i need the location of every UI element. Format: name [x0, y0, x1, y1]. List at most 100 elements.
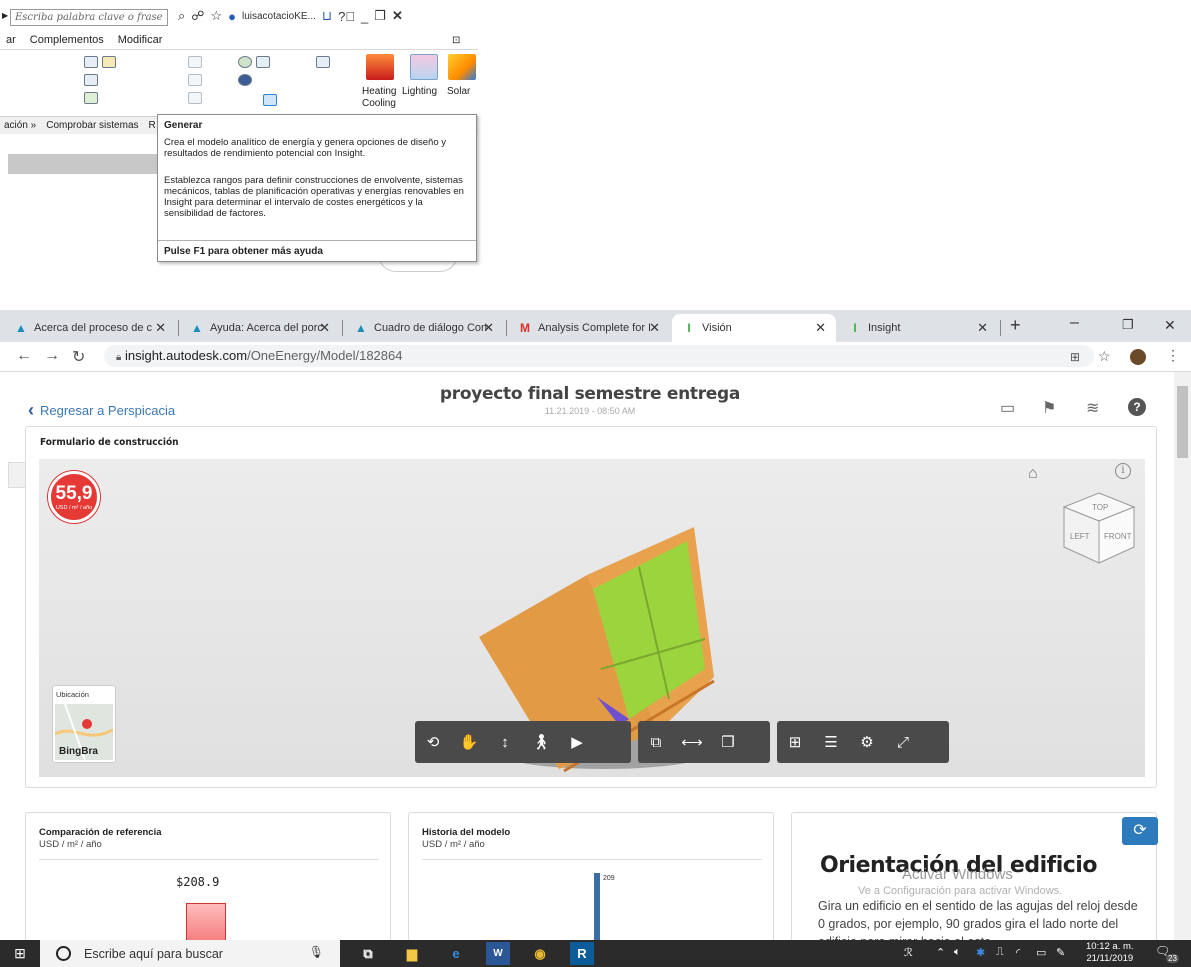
restore-icon[interactable]: ❐: [1122, 317, 1134, 333]
lighting-icon[interactable]: [410, 54, 438, 80]
explode-icon[interactable]: ❒: [710, 721, 746, 763]
user-name[interactable]: luisacotacioKE...: [242, 11, 316, 22]
tool-icon[interactable]: [316, 56, 330, 68]
solar-label[interactable]: Solar: [447, 86, 470, 97]
help-icon[interactable]: ?: [1128, 398, 1146, 416]
tab-cuadro-dialogo[interactable]: ▲ Cuadro de diálogo Con ✕: [344, 314, 504, 342]
measure-icon[interactable]: ⟷: [674, 721, 710, 763]
warning-icon[interactable]: [102, 56, 116, 68]
taskbar-search[interactable]: Escribe aquí para buscar 🎙︎: [40, 940, 340, 967]
sphere-icon[interactable]: [238, 74, 252, 86]
heating-cooling-icon[interactable]: [366, 54, 394, 80]
compare-icon[interactable]: ▭: [1000, 398, 1015, 418]
chrome-icon[interactable]: ◉: [528, 942, 552, 965]
zoom-icon[interactable]: ↕: [487, 721, 523, 763]
tool-icon[interactable]: [188, 74, 202, 86]
word-icon[interactable]: W: [486, 942, 510, 965]
expand-arrow-icon[interactable]: ▶: [2, 11, 8, 20]
communication-icon[interactable]: ☍: [191, 8, 204, 24]
close-icon[interactable]: ✕: [392, 8, 403, 24]
volume-icon[interactable]: 🔈︎: [954, 946, 961, 959]
close-tab-icon[interactable]: ✕: [649, 320, 660, 336]
tool-icon[interactable]: [84, 92, 98, 104]
back-icon[interactable]: ←: [16, 347, 32, 365]
revit-icon[interactable]: R: [570, 942, 594, 965]
bluetooth-icon[interactable]: ✱: [976, 946, 985, 959]
scrollbar-thumb[interactable]: [1177, 386, 1188, 458]
view-cube[interactable]: TOP LEFT FRONT: [1054, 483, 1144, 573]
page-scrollbar[interactable]: [1174, 372, 1191, 967]
generate-icon[interactable]: [263, 94, 277, 106]
camera-icon[interactable]: ▶: [559, 721, 595, 763]
revit-search-input[interactable]: Escriba palabra clave o frase: [10, 9, 168, 26]
panel-title-comprobar[interactable]: Comprobar sistemas: [46, 120, 138, 131]
location-map[interactable]: BingBra: [55, 704, 113, 760]
ribbon-toggle-icon[interactable]: ⊡: [452, 35, 460, 46]
new-tab-icon[interactable]: +: [1010, 315, 1021, 336]
minimize-icon[interactable]: _: [361, 9, 368, 24]
menu-item[interactable]: ar: [6, 34, 16, 49]
minimize-icon[interactable]: –: [1070, 314, 1079, 332]
back-to-insight-link[interactable]: ‹ Regresar a Perspicacia: [28, 400, 175, 421]
usb-icon[interactable]: ⎍: [996, 946, 1004, 959]
chart-icon[interactable]: [256, 56, 270, 68]
battery-icon[interactable]: ▭: [1036, 946, 1046, 959]
globe-icon[interactable]: [238, 56, 252, 68]
system-clock[interactable]: 10:12 a. m. 21/11/2019: [1086, 941, 1134, 965]
tab-ayuda[interactable]: ▲ Ayuda: Acerca del porc ✕: [180, 314, 340, 342]
orbit-icon[interactable]: ⟲: [415, 721, 451, 763]
help-icon[interactable]: ?⃝: [338, 9, 355, 24]
tool-icon[interactable]: [188, 56, 202, 68]
close-tab-icon[interactable]: ✕: [483, 320, 494, 336]
tool-icon[interactable]: [84, 74, 98, 86]
tool-icon[interactable]: [188, 92, 202, 104]
menu-item-modificar[interactable]: Modificar: [118, 34, 163, 49]
settings-icon[interactable]: ⚙: [849, 721, 885, 763]
panel-title[interactable]: R: [149, 120, 156, 131]
section-icon[interactable]: ⧉: [638, 721, 674, 763]
close-tab-icon[interactable]: ✕: [155, 320, 166, 336]
layers-icon[interactable]: ≋: [1086, 398, 1099, 418]
pan-icon[interactable]: ✋: [451, 721, 487, 763]
solar-icon[interactable]: [448, 54, 476, 80]
menu-dots-icon[interactable]: ⋮: [1166, 347, 1180, 364]
3d-viewport[interactable]: 55,9 USD / m² / año ⌂ i TOP LEFT FRONT U…: [39, 459, 1145, 777]
info-icon[interactable]: i: [1115, 463, 1131, 479]
forward-icon[interactable]: →: [44, 347, 60, 365]
tab-analysis-complete[interactable]: M Analysis Complete for I ✕: [508, 314, 670, 342]
heating-label[interactable]: Heating: [362, 86, 396, 97]
url-input[interactable]: 🔒︎ insight.autodesk.com/OneEnergy/Model/…: [104, 345, 1094, 367]
tab-acerca-proceso[interactable]: ▲ Acerca del proceso de c ✕: [4, 314, 176, 342]
edge-icon[interactable]: e: [444, 942, 468, 965]
cooling-label[interactable]: Cooling: [362, 98, 396, 109]
people-icon[interactable]: ℛ: [904, 946, 913, 959]
file-explorer-icon[interactable]: ▆: [400, 942, 424, 965]
fullscreen-icon[interactable]: ⤢: [885, 721, 921, 763]
menu-item-complementos[interactable]: Complementos: [30, 34, 104, 49]
pen-icon[interactable]: ✎: [1056, 946, 1065, 959]
user-icon[interactable]: ●: [228, 9, 236, 24]
binoculars-icon[interactable]: ⌕: [178, 8, 185, 24]
cart-icon[interactable]: ⊔: [322, 8, 332, 24]
lighting-label[interactable]: Lighting: [402, 86, 437, 97]
bookmark-star-icon[interactable]: ☆: [1098, 348, 1111, 365]
chevron-up-icon[interactable]: ⌃: [936, 946, 945, 959]
tab-vision[interactable]: I Visión ✕: [672, 314, 836, 342]
bookmark-add-icon[interactable]: ⚑: [1042, 398, 1056, 418]
model-browser-icon[interactable]: ⊞: [777, 721, 813, 763]
task-view-icon[interactable]: ⧉: [356, 942, 380, 965]
reload-icon[interactable]: ↻: [72, 347, 85, 367]
close-tab-icon[interactable]: ✕: [319, 320, 330, 336]
panel-title[interactable]: ación »: [4, 120, 36, 131]
eui-badge[interactable]: 55,9 USD / m² / año: [48, 471, 100, 523]
restore-icon[interactable]: ❐: [374, 8, 386, 24]
windows-start-icon[interactable]: ⊞: [0, 940, 40, 967]
wifi-icon[interactable]: ◜: [1016, 946, 1020, 959]
microphone-icon[interactable]: 🎙︎: [309, 945, 324, 959]
rotate-icon[interactable]: ⟳: [1122, 817, 1158, 845]
star-icon[interactable]: ☆: [210, 8, 222, 24]
close-tab-icon[interactable]: ✕: [815, 320, 826, 336]
properties-icon[interactable]: ☰: [813, 721, 849, 763]
tool-icon[interactable]: [84, 56, 98, 68]
close-window-icon[interactable]: ✕: [1164, 317, 1176, 334]
